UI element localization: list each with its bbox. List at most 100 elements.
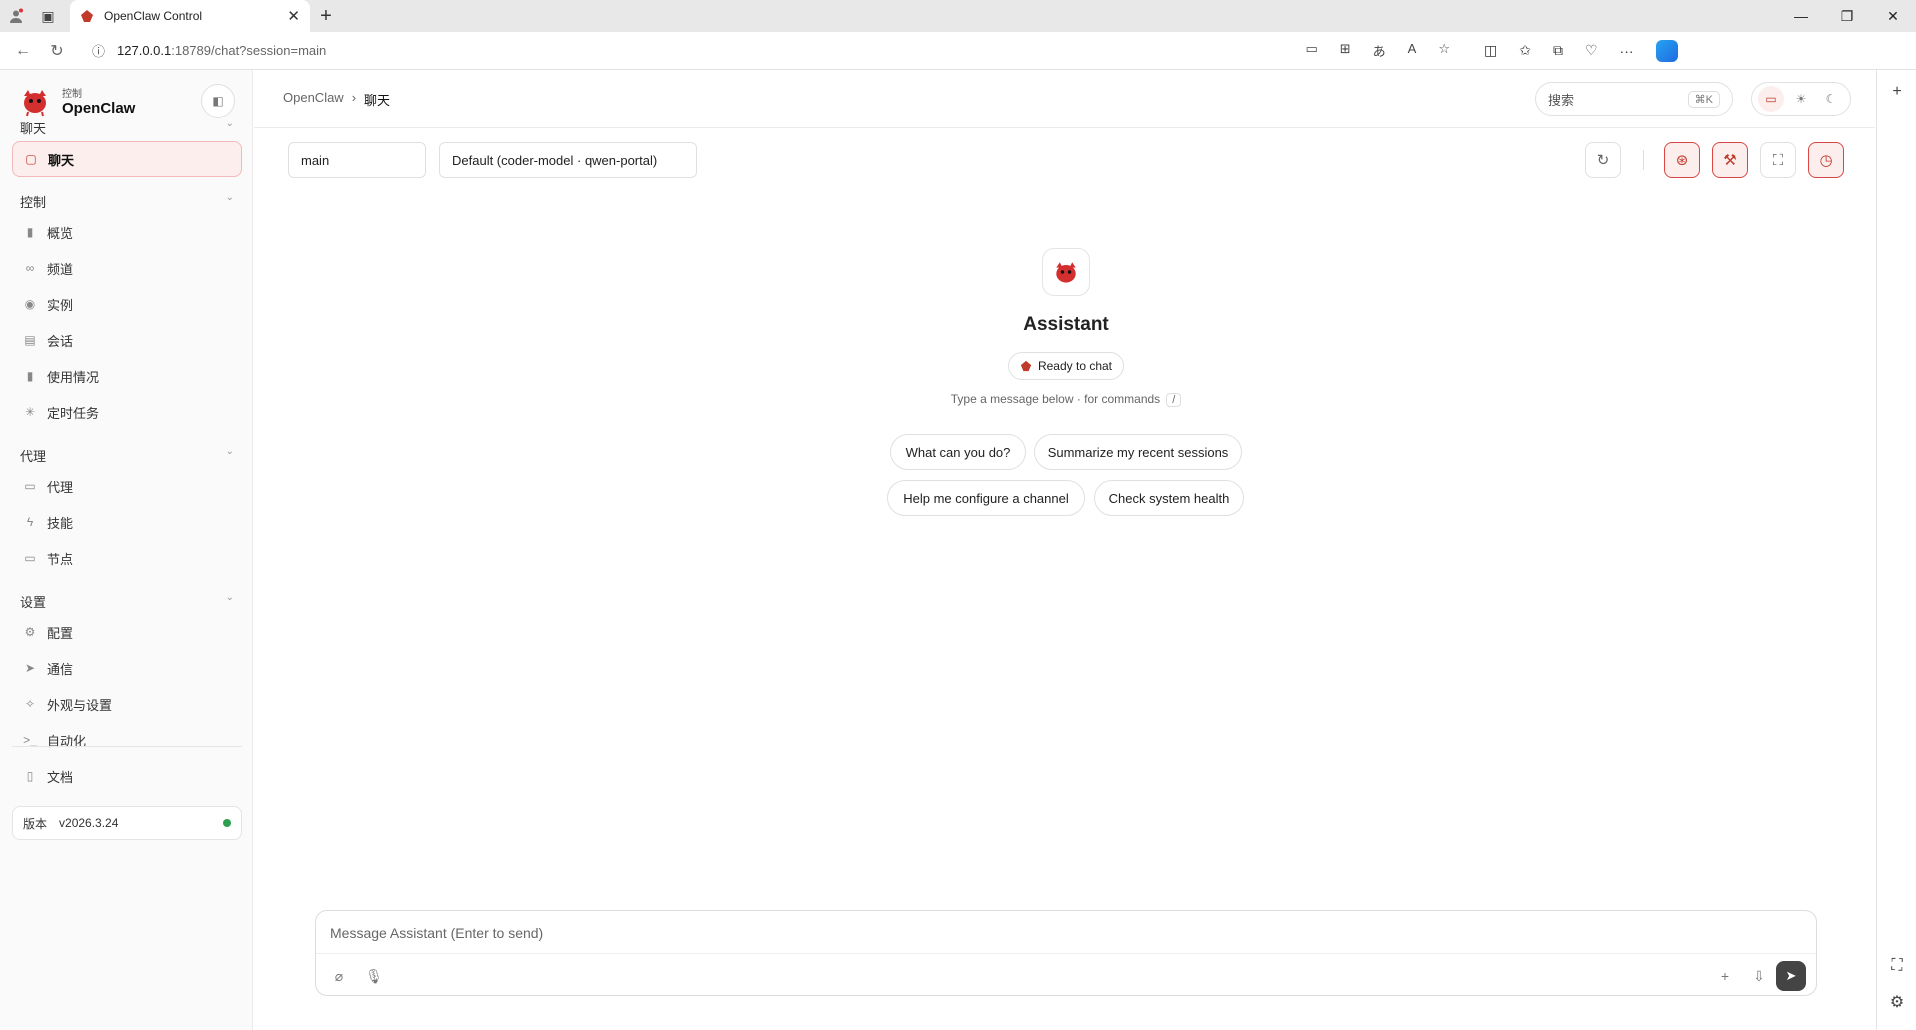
brain-icon: ⊛ xyxy=(1675,152,1689,169)
suggestion-chip[interactable]: Summarize my recent sessions xyxy=(1034,434,1242,470)
sidebar-item-appearance[interactable]: ✧ 外观与设置 xyxy=(12,686,242,722)
reload-icon[interactable]: ↻ xyxy=(40,34,74,68)
command-hint: Type a message below · for commands / xyxy=(916,392,1216,407)
browser-tab-title: OpenClaw Control xyxy=(104,9,203,23)
browser-tab[interactable]: OpenClaw Control ✕ xyxy=(70,0,310,32)
history-toggle-button[interactable]: ◷ xyxy=(1808,142,1844,178)
tools-toggle-button[interactable]: ⚒ xyxy=(1712,142,1748,178)
profile-icon[interactable] xyxy=(0,0,32,32)
collapse-sidebar-button[interactable]: ◧ xyxy=(201,84,235,118)
clock-icon: ◷ xyxy=(1819,152,1833,169)
site-info-icon[interactable]: ⓘ xyxy=(92,41,105,60)
sidebar-toggle-icon: ◧ xyxy=(212,94,224,108)
sidebar-settings-icon[interactable]: ⚙ xyxy=(1877,986,1916,1018)
focus-icon: ⛶ xyxy=(1772,151,1784,169)
terminal-icon: >_ xyxy=(23,733,37,747)
sidebar-item-skills[interactable]: ϟ 技能 xyxy=(12,504,242,540)
monitor-icon: ▭ xyxy=(24,551,36,565)
sidebar-item-agents[interactable]: ▭ 代理 xyxy=(12,468,242,504)
sidebar-item-instances[interactable]: ◉ 实例 xyxy=(12,286,242,322)
sidebar-item-config[interactable]: ⚙ 配置 xyxy=(12,614,242,650)
toolbar-separator xyxy=(1643,150,1644,170)
sidebar-item-docs[interactable]: ▯ 文档 xyxy=(12,758,242,794)
cast-icon[interactable]: ▭ xyxy=(1305,41,1317,60)
breadcrumb-current: 聊天 xyxy=(364,93,391,108)
sidebar-item-channels[interactable]: ∞ 频道 xyxy=(12,250,242,286)
status-indicator xyxy=(223,819,231,827)
add-icon[interactable]: + xyxy=(1712,963,1738,989)
openclaw-app: 控制 OpenClaw ◧ 聊天⌄ ▢ 聊天 控制⌄ ▮ 概览 ∞ 频道 ◉ xyxy=(0,70,1875,1030)
refresh-icon: ↻ xyxy=(1596,152,1610,169)
slash-key: / xyxy=(1166,393,1182,407)
read-aloud-icon[interactable]: A xyxy=(1408,41,1417,60)
split-screen-icon[interactable]: ◫ xyxy=(1484,42,1497,59)
light-theme-icon[interactable]: ☀ xyxy=(1788,86,1814,112)
collections-icon[interactable]: ⧉ xyxy=(1553,42,1563,59)
sidebar-item-cron[interactable]: ✳ 定时任务 xyxy=(12,394,242,430)
send-icon: ➤ xyxy=(1785,968,1797,983)
focus-mode-button[interactable]: ⛶ xyxy=(1760,142,1796,178)
suggestion-chip[interactable]: What can you do? xyxy=(890,434,1026,470)
favorite-star-icon[interactable]: ☆ xyxy=(1438,41,1450,60)
sidebar-item-usage[interactable]: ▮ 使用情况 xyxy=(12,358,242,394)
refresh-button[interactable]: ↻ xyxy=(1585,142,1621,178)
model-select[interactable]: Default (coder-model · qwen-portal) xyxy=(439,142,697,178)
sidebar-item-chat[interactable]: ▢ 聊天 xyxy=(12,141,242,177)
thinking-toggle-button[interactable]: ⊛ xyxy=(1664,142,1700,178)
download-icon[interactable]: ⇩ xyxy=(1746,963,1772,989)
theme-switcher: ▭ ☀ ☾ xyxy=(1751,82,1851,116)
brand: 控制 OpenClaw xyxy=(18,84,135,118)
link-icon: ∞ xyxy=(25,261,35,275)
sidebar-item-communication[interactable]: ➤ 通信 xyxy=(12,650,242,686)
attach-icon[interactable]: ⌀ xyxy=(326,963,352,989)
back-icon[interactable]: ← xyxy=(6,34,40,68)
suggestion-chip[interactable]: Help me configure a channel xyxy=(887,480,1085,516)
close-window-icon[interactable]: ✕ xyxy=(1870,0,1916,32)
close-tab-icon[interactable]: ✕ xyxy=(287,7,300,25)
radio-icon: ◉ xyxy=(24,297,36,311)
session-select[interactable]: main xyxy=(288,142,426,178)
translate-icon[interactable]: あ xyxy=(1373,41,1386,60)
top-header: OpenClaw › 聊天 搜索 ⌘K ▭ ☀ ☾ xyxy=(254,70,1875,128)
message-input[interactable] xyxy=(330,921,1800,945)
minimize-icon[interactable]: — xyxy=(1778,0,1824,32)
add-sidebar-app-icon[interactable]: + xyxy=(1877,76,1916,108)
url-host: 127.0.0.1 xyxy=(117,43,172,58)
loader-icon: ✳ xyxy=(24,405,36,419)
browser-address-bar: ← ↻ ⓘ 127.0.0.1:18789/chat?session=main … xyxy=(0,32,1916,70)
favorites-icon[interactable]: ✩ xyxy=(1519,42,1531,59)
sidebar-item-nodes[interactable]: ▭ 节点 xyxy=(12,540,242,576)
browser-essentials-icon[interactable]: ♡ xyxy=(1585,42,1598,59)
send-icon: ➤ xyxy=(24,661,36,675)
gear-icon: ⚙ xyxy=(24,625,36,639)
copilot-icon[interactable] xyxy=(1655,39,1678,62)
sidebar-item-overview[interactable]: ▮ 概览 xyxy=(12,214,242,250)
breadcrumb-separator: › xyxy=(351,90,357,105)
sparkle-icon: ✧ xyxy=(24,697,36,711)
breadcrumb-root[interactable]: OpenClaw xyxy=(283,90,344,109)
sidebar-item-sessions[interactable]: ▤ 会话 xyxy=(12,322,242,358)
restore-icon[interactable]: ❐ xyxy=(1824,0,1870,32)
app-available-icon[interactable]: ⊞ xyxy=(1340,41,1351,60)
chat-icon: ▢ xyxy=(25,152,37,166)
section-header-agents[interactable]: 代理 ⌄ xyxy=(20,446,234,465)
send-button[interactable]: ➤ xyxy=(1776,961,1806,991)
microphone-icon[interactable]: 🎙 xyxy=(361,963,387,989)
status-badge: Ready to chat xyxy=(1008,352,1124,380)
assistant-name: Assistant xyxy=(1023,314,1109,335)
dark-theme-icon[interactable]: ☾ xyxy=(1818,86,1844,112)
system-theme-icon[interactable]: ▭ xyxy=(1758,86,1784,112)
suggestion-chip[interactable]: Check system health xyxy=(1094,480,1244,516)
tab-actions-icon[interactable]: ▣ xyxy=(32,0,64,32)
new-tab-icon[interactable]: + xyxy=(310,0,342,32)
more-menu-icon[interactable]: ··· xyxy=(1620,43,1634,59)
section-header-chat[interactable]: 聊天 ⌄ xyxy=(20,118,234,137)
brand-name: OpenClaw xyxy=(62,100,136,117)
section-header-control[interactable]: 控制 ⌄ xyxy=(20,192,234,211)
section-header-settings[interactable]: 设置 ⌄ xyxy=(20,592,234,611)
url-field[interactable]: ⓘ 127.0.0.1:18789/chat?session=main ▭ ⊞ … xyxy=(80,35,1462,66)
sidebar-item-automation[interactable]: >_ 自动化 xyxy=(12,722,242,758)
openclaw-favicon-icon xyxy=(81,10,93,22)
screenshot-icon[interactable]: ⛶ xyxy=(1877,950,1916,982)
search-input[interactable]: 搜索 ⌘K xyxy=(1535,82,1733,116)
